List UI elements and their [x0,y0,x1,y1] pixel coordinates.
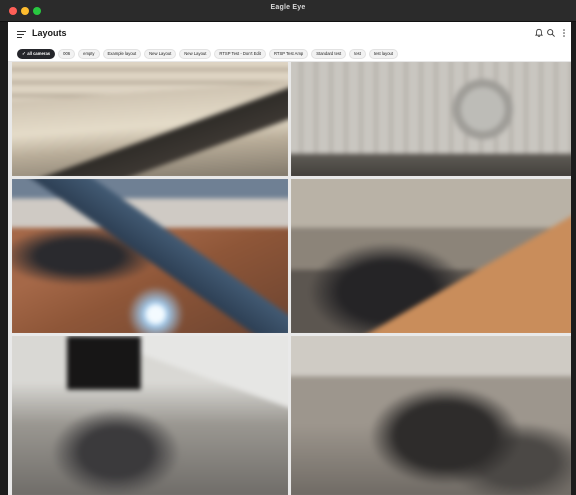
layout-chip-label: 006 [63,50,71,56]
layout-chip-label: test layout [373,50,394,56]
layout-chip-label: all cameras [27,50,51,56]
search-icon[interactable] [546,28,556,38]
layout-chip-label: New Layout [184,50,207,56]
check-icon: ✓ [22,50,26,56]
app-header: Layouts [8,22,571,45]
camera-tile[interactable] [291,62,571,176]
layout-chip[interactable]: New Layout [179,49,212,59]
layout-chip[interactable]: test layout [368,49,399,59]
layout-chip-label: test [354,50,361,56]
layout-chip[interactable]: empty [78,49,100,59]
layout-chip-label: RTSP Test Amp [273,50,304,56]
camera-tile[interactable] [12,62,288,176]
layout-chip-label: RTSP Test - Don't Edit [219,50,261,56]
layout-chip[interactable]: ✓ all cameras [17,49,56,59]
more-vertical-icon[interactable] [559,28,569,38]
camera-tile[interactable] [291,179,571,333]
camera-tile[interactable] [291,336,571,495]
layout-chip[interactable]: 006 [58,49,76,59]
window-title: Eagle Eye [270,4,306,11]
layout-chip[interactable]: New Layout [144,49,177,59]
app-window: Eagle Eye Layouts ✓ all cameras 006 empty Ex… [0,0,576,495]
layout-chip[interactable]: RTSP Test Amp [268,49,309,59]
window-titlebar: Eagle Eye [0,0,576,22]
layout-chip[interactable]: Standard test [311,49,347,59]
camera-grid [8,62,571,495]
layout-chip-label: Example layout [107,50,137,56]
layout-chip-label: Standard test [316,50,342,56]
layout-chip-label: empty [83,50,95,56]
layout-chip[interactable]: Example layout [102,49,142,59]
layout-chip-bar: ✓ all cameras 006 empty Example layout New La… [8,45,571,62]
camera-tile[interactable] [12,179,288,333]
layout-chip-label: New Layout [149,50,172,56]
bell-icon[interactable] [534,28,544,38]
hamburger-menu-icon[interactable] [17,30,26,38]
page-title: Layouts [32,28,67,38]
layout-chip[interactable]: test [349,49,366,59]
layout-chips: ✓ all cameras 006 empty Example layout New La… [17,49,399,59]
camera-tile[interactable] [12,336,288,495]
layout-chip[interactable]: RTSP Test - Don't Edit [214,49,266,59]
